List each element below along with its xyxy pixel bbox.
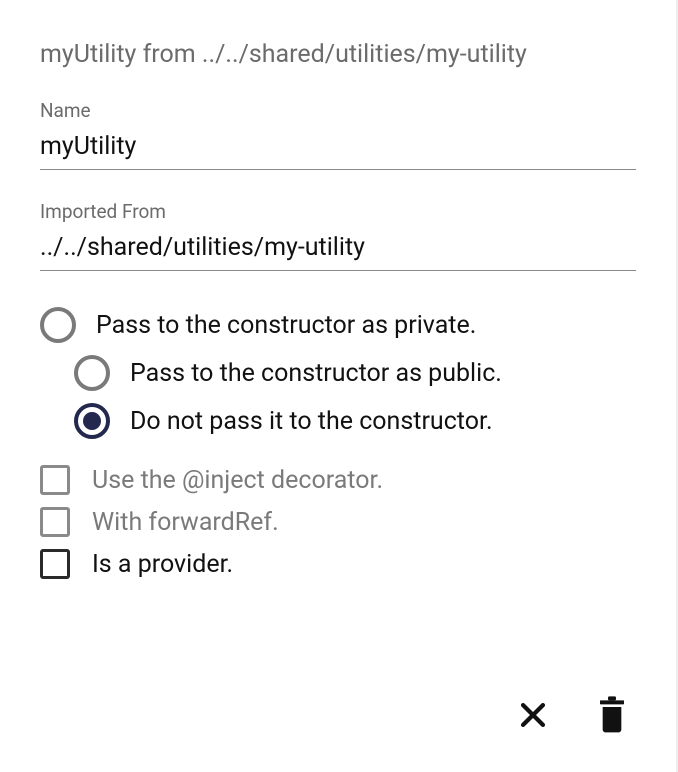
panel-title: myUtility from ../../shared/utilities/my… xyxy=(40,40,636,69)
radio-private-label: Pass to the constructor as private. xyxy=(96,311,476,340)
close-icon xyxy=(516,698,550,732)
imported-from-label: Imported From xyxy=(40,200,636,223)
radio-icon xyxy=(40,307,76,343)
check-inject-label: Use the @inject decorator. xyxy=(92,466,383,495)
trash-icon xyxy=(596,696,628,734)
checkbox-icon xyxy=(40,549,70,579)
checkbox-icon xyxy=(40,507,70,537)
panel-actions xyxy=(516,696,628,734)
imported-from-input[interactable] xyxy=(40,229,636,271)
flag-options: Use the @inject decorator. With forwardR… xyxy=(40,465,636,579)
checkbox-icon xyxy=(40,465,70,495)
radio-icon xyxy=(74,355,110,391)
delete-button[interactable] xyxy=(596,696,628,734)
name-field: Name xyxy=(40,99,636,170)
check-forwardref-label: With forwardRef. xyxy=(92,508,279,537)
check-provider[interactable]: Is a provider. xyxy=(40,549,636,579)
check-inject[interactable]: Use the @inject decorator. xyxy=(40,465,636,495)
constructor-options: Pass to the constructor as private. Pass… xyxy=(40,307,636,579)
radio-public[interactable]: Pass to the constructor as public. xyxy=(74,355,636,391)
radio-private[interactable]: Pass to the constructor as private. xyxy=(40,307,636,343)
radio-icon xyxy=(74,403,110,439)
check-forwardref[interactable]: With forwardRef. xyxy=(40,507,636,537)
check-provider-label: Is a provider. xyxy=(92,550,233,579)
dependency-form-panel: myUtility from ../../shared/utilities/my… xyxy=(0,0,678,772)
radio-none[interactable]: Do not pass it to the constructor. xyxy=(74,403,636,439)
name-label: Name xyxy=(40,99,636,122)
name-input[interactable] xyxy=(40,128,636,170)
imported-from-field: Imported From xyxy=(40,200,636,271)
radio-none-label: Do not pass it to the constructor. xyxy=(130,407,493,436)
close-button[interactable] xyxy=(516,698,550,732)
radio-public-label: Pass to the constructor as public. xyxy=(130,359,502,388)
